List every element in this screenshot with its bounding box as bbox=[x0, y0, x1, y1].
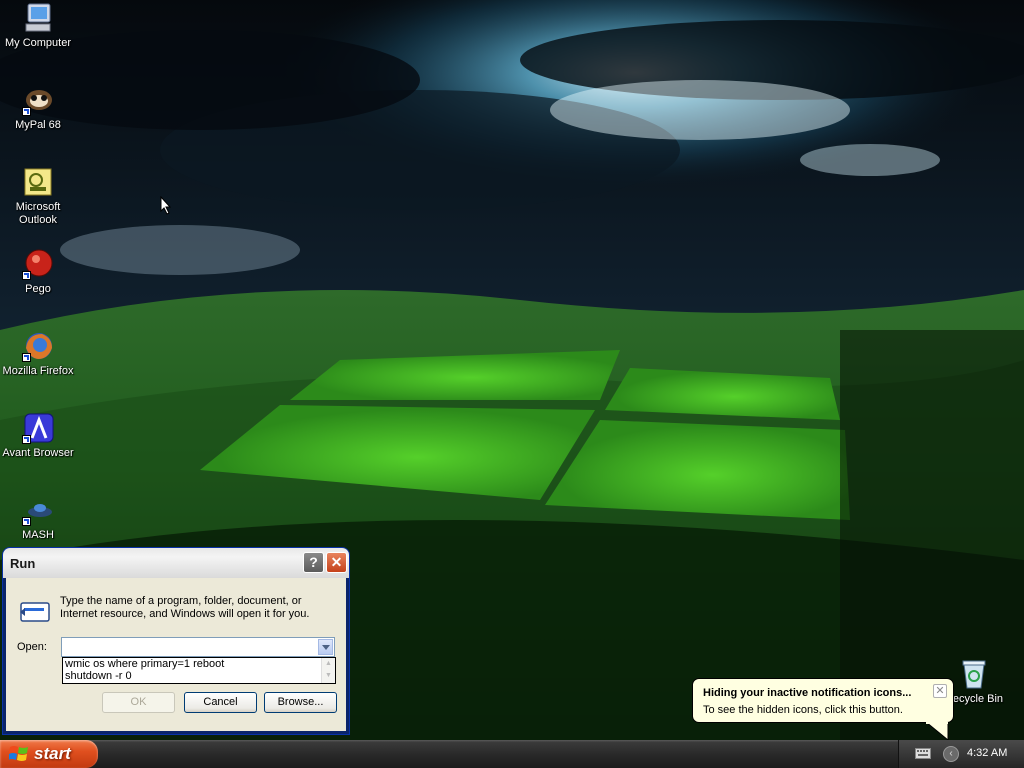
run-dialog-titlebar[interactable]: Run ? ✕ bbox=[3, 548, 349, 578]
run-icon bbox=[18, 598, 52, 626]
recycle-bin-icon bbox=[958, 658, 990, 690]
desktop-icon-avant-browser[interactable]: Avant Browser bbox=[0, 412, 76, 460]
shortcut-arrow-icon bbox=[22, 353, 31, 362]
dropdown-scrollbar[interactable]: ▲ ▼ bbox=[321, 658, 335, 683]
cancel-button[interactable]: Cancel bbox=[184, 692, 257, 713]
open-combobox[interactable] bbox=[61, 637, 335, 657]
chevron-down-icon[interactable] bbox=[318, 639, 333, 655]
desktop-icon-firefox[interactable]: Mozilla Firefox bbox=[0, 330, 76, 378]
balloon-text: To see the hidden icons, click this butt… bbox=[703, 704, 903, 716]
history-item[interactable]: shutdown -r 0 bbox=[63, 670, 335, 682]
shortcut-arrow-icon bbox=[22, 271, 31, 280]
help-button[interactable]: ? bbox=[303, 552, 324, 573]
system-tray: ‹ 4:32 AM bbox=[898, 740, 1024, 768]
shortcut-arrow-icon bbox=[22, 107, 31, 116]
desktop-icon-my-computer[interactable]: My Computer bbox=[0, 2, 76, 50]
mouse-cursor-icon bbox=[160, 195, 172, 218]
history-item[interactable]: wmic os where primary=1 reboot bbox=[63, 658, 335, 670]
firefox-icon bbox=[22, 330, 54, 362]
desktop-icon-label: MASH bbox=[22, 529, 54, 541]
keyboard-icon[interactable] bbox=[915, 748, 931, 759]
close-button[interactable]: ✕ bbox=[326, 552, 347, 573]
desktop-icon-label: Avant Browser bbox=[2, 447, 74, 459]
desktop-icon-label: Microsoft Outlook bbox=[15, 201, 61, 226]
windows-logo-icon bbox=[8, 745, 29, 763]
scroll-down-icon[interactable]: ▼ bbox=[322, 670, 335, 682]
run-description: Type the name of a program, folder, docu… bbox=[60, 595, 310, 620]
desktop-icon-label: Mozilla Firefox bbox=[2, 365, 74, 377]
desktop-icon-label: MyPal 68 bbox=[15, 119, 61, 131]
clock[interactable]: 4:32 AM bbox=[967, 747, 1007, 759]
notification-balloon[interactable]: Hiding your inactive notification icons.… bbox=[692, 678, 954, 723]
shortcut-arrow-icon bbox=[22, 435, 31, 444]
mypal-icon bbox=[22, 84, 54, 116]
computer-icon bbox=[22, 2, 54, 34]
balloon-title: Hiding your inactive notification icons.… bbox=[703, 687, 912, 699]
start-button[interactable]: start bbox=[0, 740, 98, 768]
ok-button[interactable]: OK bbox=[102, 692, 175, 713]
taskbar: start ‹ 4:32 AM bbox=[0, 740, 1024, 768]
shortcut-arrow-icon bbox=[22, 517, 31, 526]
open-history-dropdown: wmic os where primary=1 reboot shutdown … bbox=[62, 657, 336, 684]
start-label: start bbox=[34, 744, 71, 763]
run-dialog: Run ? ✕ Type the name of a program, fold… bbox=[3, 548, 349, 734]
desktop-icon-pego[interactable]: Pego bbox=[0, 248, 76, 296]
run-dialog-title: Run bbox=[10, 556, 36, 571]
desktop-icon-label: Pego bbox=[25, 283, 51, 295]
show-hidden-icons-button[interactable]: ‹ bbox=[943, 746, 959, 762]
pego-icon bbox=[22, 248, 54, 280]
open-label: Open: bbox=[17, 641, 47, 653]
run-dialog-body: Type the name of a program, folder, docu… bbox=[6, 578, 346, 731]
mash-icon bbox=[22, 494, 54, 526]
scroll-up-icon[interactable]: ▲ bbox=[322, 658, 335, 670]
desktop-icon-outlook[interactable]: Microsoft Outlook bbox=[0, 166, 76, 227]
outlook-icon bbox=[22, 166, 54, 198]
avant-browser-icon bbox=[22, 412, 54, 444]
close-icon[interactable]: ✕ bbox=[933, 684, 947, 698]
browse-button[interactable]: Browse... bbox=[264, 692, 337, 713]
desktop-icon-mypal[interactable]: MyPal 68 bbox=[0, 84, 76, 132]
desktop-icon-mash[interactable]: MASH bbox=[0, 494, 76, 542]
desktop-icon-label: My Computer bbox=[4, 37, 72, 49]
